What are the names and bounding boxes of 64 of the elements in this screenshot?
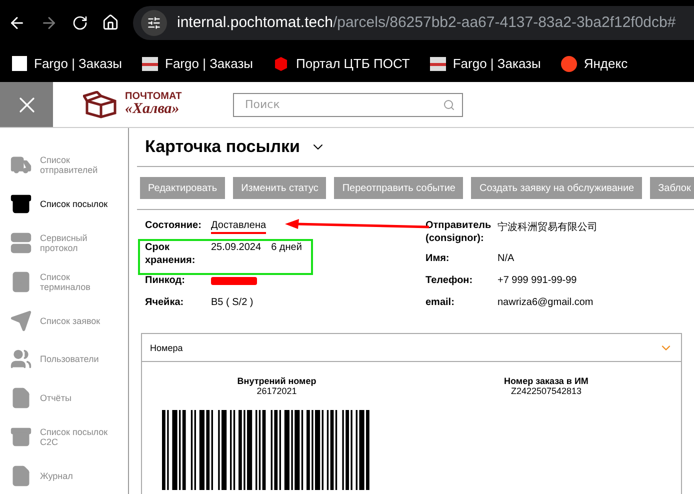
bookmark[interactable]: Fargo | Заказы xyxy=(430,56,541,71)
search-field[interactable]: Поиск xyxy=(233,92,463,116)
bookmark[interactable]: Портал ЦТБ ПОСТ xyxy=(273,56,410,72)
action-button[interactable]: Заблок xyxy=(650,177,694,199)
sidebar-item[interactable]: Список отправителей xyxy=(0,146,128,185)
page-title: Карточка посылки xyxy=(145,137,300,157)
home-icon[interactable] xyxy=(102,14,119,31)
box-logo-icon xyxy=(83,90,119,118)
action-button[interactable]: Редактировать xyxy=(140,177,226,199)
sidebar-item[interactable]: Журнал xyxy=(0,456,128,494)
close-menu-button[interactable] xyxy=(0,82,53,127)
field-label: email: xyxy=(426,297,456,310)
panel-header[interactable]: Номера xyxy=(142,334,681,362)
field-value: B5 ( S/2 ) xyxy=(211,297,254,308)
action-button[interactable]: Создать заявку на обслуживание xyxy=(471,177,642,199)
bookmark[interactable]: Fargo | Заказы xyxy=(12,56,122,71)
number-label: Внутрений номер xyxy=(237,376,316,386)
sidebar-item[interactable]: Сервисный протокол xyxy=(0,224,128,262)
action-button[interactable]: Изменить статус xyxy=(233,177,326,199)
sidebar-item[interactable]: Список посылок xyxy=(0,184,128,224)
field-value: nawriza6@gmail.com xyxy=(498,297,594,308)
paper-plane-icon xyxy=(10,310,32,332)
archive-icon xyxy=(10,426,32,448)
bookmark[interactable]: Яндекс xyxy=(560,56,628,72)
action-button[interactable]: Переотправить событие xyxy=(334,177,464,199)
field-label: Телефон: xyxy=(426,275,474,288)
sidebar-item[interactable]: Список заявок xyxy=(0,301,128,340)
page-icon xyxy=(12,56,27,71)
url-text: internal.pochtomat.tech/parcels/86257bb2-aa67-4137-83a2-3ba2f12f0dcb# xyxy=(177,14,676,31)
search-icon[interactable] xyxy=(443,98,455,110)
fargo-icon xyxy=(142,56,158,70)
field-value: 宁波科洲贸易有限公司 xyxy=(498,220,598,234)
box-icon xyxy=(273,56,290,72)
field-label: Состояние: xyxy=(145,220,202,232)
field-value: 6 дней xyxy=(271,242,302,253)
users-icon xyxy=(10,348,32,370)
address-bar[interactable]: internal.pochtomat.tech/parcels/86257bb2-aa67-4137-83a2-3ba2f12f0dcb# xyxy=(133,6,694,40)
document-icon xyxy=(10,464,32,487)
document-icon xyxy=(10,387,32,410)
site-settings-icon[interactable] xyxy=(141,10,167,36)
yandex-icon xyxy=(560,56,577,72)
field-value: 25.09.2024 xyxy=(211,242,262,253)
field-label: Имя: xyxy=(426,253,450,266)
reload-icon[interactable] xyxy=(72,14,88,30)
field-label: Срок хранения: xyxy=(145,242,196,267)
field-label: Отправитель (consignor): xyxy=(426,220,492,245)
archive-icon xyxy=(10,193,32,216)
sidebar-item[interactable]: Список посылок C2C xyxy=(0,417,128,456)
field-value: Доставлена xyxy=(211,220,266,234)
fargo-icon xyxy=(430,56,446,70)
number-label: Номер заказа в ИМ xyxy=(504,376,588,386)
field-label: Пинкод: xyxy=(145,275,186,288)
sidebar-item[interactable]: Отчёты xyxy=(0,378,128,418)
logo-text: ПОЧТОМАТ xyxy=(125,92,182,102)
server-icon xyxy=(10,232,32,254)
bookmark[interactable]: Fargo | Заказы xyxy=(142,56,254,71)
sidebar-item[interactable]: Пользователи xyxy=(0,340,128,379)
sidebar-item[interactable]: Список терминалов xyxy=(0,262,128,302)
number-value: Z2422507542813 xyxy=(510,386,582,396)
number-value: 26172021 xyxy=(256,386,297,396)
field-value: N/A xyxy=(498,253,516,264)
field-value: +7 999 991-99-99 xyxy=(498,275,578,286)
logo-text: «Халва» xyxy=(125,102,180,117)
field-label: Ячейка: xyxy=(145,297,185,310)
